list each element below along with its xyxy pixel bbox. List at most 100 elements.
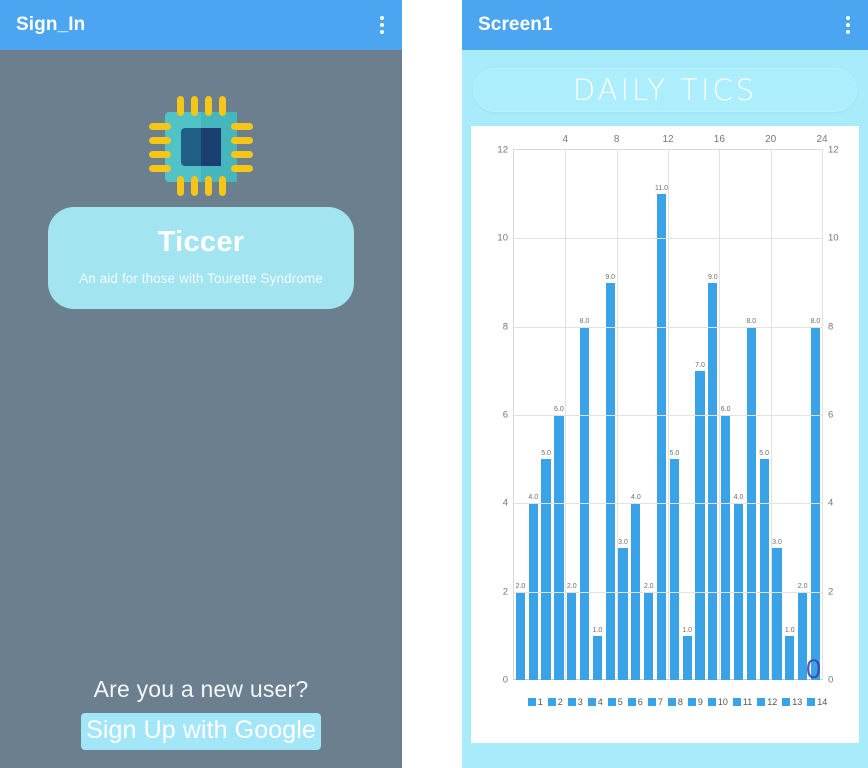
bar-value-label: 9.0 xyxy=(707,273,718,281)
new-user-prompt: Are you a new user? xyxy=(93,675,309,702)
bar[interactable]: 6.0 xyxy=(554,406,564,680)
legend-item[interactable]: 1 xyxy=(527,697,543,707)
bar[interactable]: 2.0 xyxy=(567,583,577,680)
legend-item[interactable]: 13 xyxy=(782,697,802,707)
sign-in-footer: Are you a new user? Sign Up with Google xyxy=(0,676,402,750)
app-identity-card: Ticcer An aid for those with Tourette Sy… xyxy=(48,207,354,309)
bar-value-label: 5.0 xyxy=(669,450,680,458)
sign-in-title: Sign_In xyxy=(16,14,86,35)
bar-value-label: 5.0 xyxy=(759,450,770,458)
vertical-gridline xyxy=(565,150,567,680)
legend-item[interactable]: 11 xyxy=(732,697,753,707)
sign-in-body: Ticcer An aid for those with Tourette Sy… xyxy=(0,50,402,768)
kebab-menu-icon[interactable] xyxy=(842,12,854,38)
legend-label: 7 xyxy=(657,697,663,707)
y-axis-tick-left: 4 xyxy=(502,497,508,509)
screen1-title: Screen1 xyxy=(478,14,553,35)
legend-item[interactable]: 3 xyxy=(567,697,583,707)
bar[interactable]: 7.0 xyxy=(695,362,705,680)
legend-label: 1 xyxy=(537,697,543,707)
bar[interactable]: 1.0 xyxy=(682,627,692,680)
bar[interactable]: 1.0 xyxy=(785,627,795,680)
y-axis-tick-left: 2 xyxy=(502,586,508,598)
legend-swatch xyxy=(782,698,791,706)
x-axis-tick: 16 xyxy=(713,134,725,145)
bar[interactable]: 9.0 xyxy=(605,274,615,680)
chart-plot-area: 2.0 4.0 5.0 6.0 2.0 8.0 1.0 9.0 3.0 4.0 2.0 11.0 5.0… xyxy=(497,134,838,686)
bar-value-label: 11.0 xyxy=(654,185,669,193)
legend-swatch xyxy=(647,698,656,706)
legend-item[interactable]: 12 xyxy=(757,697,777,707)
y-axis-tick-right: 12 xyxy=(828,144,839,156)
legend-swatch xyxy=(757,698,766,706)
kebab-dot xyxy=(380,16,384,20)
legend-item[interactable]: 14 xyxy=(807,697,827,707)
legend-swatch xyxy=(567,698,576,706)
legend-swatch xyxy=(687,698,696,706)
legend-label: 11 xyxy=(742,697,753,707)
legend-swatch xyxy=(707,698,716,706)
y-axis-tick-left: 10 xyxy=(497,232,508,244)
bar-value-label: 4.0 xyxy=(733,494,744,502)
y-axis-tick-right: 2 xyxy=(828,586,834,598)
legend-swatch xyxy=(667,698,676,706)
bar[interactable]: 5.0 xyxy=(541,450,551,680)
legend-item[interactable]: 7 xyxy=(647,697,663,707)
daily-tics-header-pill: DAILY TICS xyxy=(473,68,857,112)
bar-value-label: 1.0 xyxy=(784,626,795,634)
kebab-menu-icon[interactable] xyxy=(376,12,388,38)
y-axis-tick-right: 8 xyxy=(828,321,834,333)
legend-item[interactable]: 5 xyxy=(607,697,623,707)
legend-swatch xyxy=(547,698,556,706)
legend-swatch xyxy=(732,698,741,706)
x-axis-tick: 20 xyxy=(765,134,777,145)
legend-swatch xyxy=(587,698,596,706)
bar[interactable]: 1.0 xyxy=(593,627,602,680)
bar-value-label: 1.0 xyxy=(682,626,693,634)
legend-label: 8 xyxy=(677,697,683,707)
chart-panel: 2.0 4.0 5.0 6.0 2.0 8.0 1.0 9.0 3.0 4.0 2.0 11.0 5.0… xyxy=(471,126,859,743)
kebab-dot xyxy=(380,23,384,27)
legend-label: 6 xyxy=(637,697,643,707)
legend-label: 9 xyxy=(697,697,703,707)
bar-value-label: 3.0 xyxy=(772,538,782,546)
bar-value-label: 3.0 xyxy=(618,538,628,546)
legend-item[interactable]: 9 xyxy=(687,697,703,707)
sign-up-with-google-button[interactable]: Sign Up with Google xyxy=(81,712,321,750)
legend-swatch xyxy=(607,698,616,706)
x-axis-tick: 8 xyxy=(613,134,620,145)
bar[interactable]: 9.0 xyxy=(708,274,718,680)
chart-legend: 1 2 3 4 5 6 7 8 9 10 11 12 13 14 xyxy=(511,697,849,707)
legend-label: 2 xyxy=(557,697,563,707)
bar[interactable]: 6.0 xyxy=(721,406,731,680)
bar[interactable]: 2.0 xyxy=(516,583,525,680)
kebab-dot xyxy=(846,30,850,34)
legend-label: 12 xyxy=(767,697,778,707)
y-axis-tick-right: 10 xyxy=(828,232,839,244)
sign-in-screen: Sign_In Ticcer An aid for those with Tou… xyxy=(0,0,402,768)
kebab-dot xyxy=(380,30,384,34)
bar[interactable]: 3.0 xyxy=(772,539,782,680)
legend-item[interactable]: 10 xyxy=(707,697,728,707)
legend-item[interactable]: 4 xyxy=(587,697,603,707)
kebab-dot xyxy=(846,16,850,20)
legend-item[interactable]: 6 xyxy=(627,697,643,707)
legend-item[interactable]: 8 xyxy=(667,697,683,707)
bar-value-label: 5.0 xyxy=(541,450,551,458)
y-axis-tick-right: 0 xyxy=(828,674,834,686)
bar[interactable]: 3.0 xyxy=(618,539,628,680)
bar[interactable]: 2.0 xyxy=(644,583,654,680)
bar[interactable]: 11.0 xyxy=(655,185,668,680)
app-name: Ticcer xyxy=(157,225,245,258)
x-axis-tick: 12 xyxy=(662,134,674,145)
y-axis-tick-left: 6 xyxy=(502,409,508,421)
legend-swatch xyxy=(807,698,816,706)
bar[interactable]: 5.0 xyxy=(759,450,769,680)
legend-label: 13 xyxy=(792,697,803,707)
bar-value-label: 4.0 xyxy=(630,494,641,502)
bar-value-label: 8.0 xyxy=(746,317,757,325)
bar[interactable]: 5.0 xyxy=(669,450,679,680)
microchip-icon xyxy=(147,94,255,198)
legend-item[interactable]: 2 xyxy=(547,697,563,707)
screenshot-stage: Sign_In Ticcer An aid for those with Tou… xyxy=(0,0,868,768)
